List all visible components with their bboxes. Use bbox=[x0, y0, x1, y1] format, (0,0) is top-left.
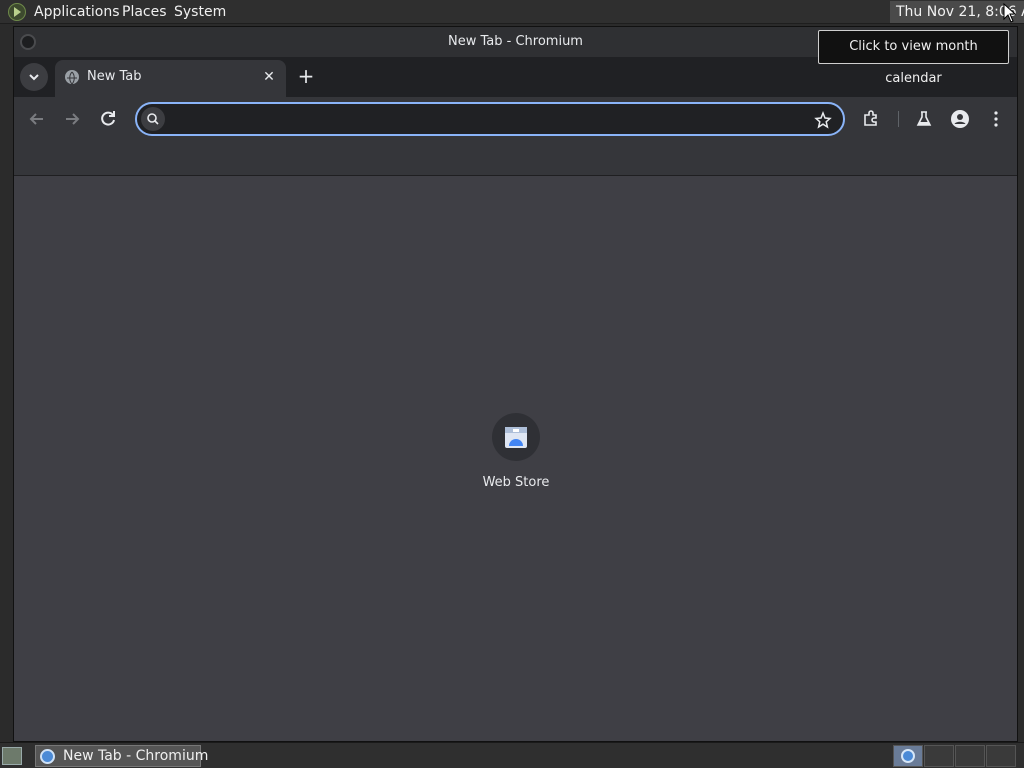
flask-icon bbox=[916, 111, 932, 126]
new-tab-button[interactable]: + bbox=[294, 65, 318, 89]
show-desktop-button[interactable] bbox=[2, 747, 22, 765]
bottom-panel: New Tab - Chromium bbox=[0, 742, 1024, 768]
tab-search-button[interactable] bbox=[20, 63, 48, 91]
puzzle-icon bbox=[864, 110, 877, 126]
forward-button[interactable] bbox=[60, 107, 84, 131]
os-logo-icon[interactable] bbox=[8, 3, 26, 21]
reload-button[interactable] bbox=[96, 107, 120, 131]
close-tab-button[interactable]: ✕ bbox=[260, 68, 278, 86]
reload-icon bbox=[101, 111, 115, 126]
menu-applications[interactable]: Applications bbox=[34, 0, 120, 24]
arrow-right-icon bbox=[66, 113, 80, 125]
tab-new-tab[interactable]: New Tab ✕ bbox=[55, 60, 286, 97]
bookmarks-bar bbox=[14, 141, 1017, 176]
web-store-icon bbox=[492, 413, 540, 461]
address-input[interactable] bbox=[173, 108, 797, 132]
menu-system[interactable]: System bbox=[174, 0, 226, 24]
chromium-icon bbox=[40, 749, 55, 764]
chevron-down-icon bbox=[29, 74, 39, 81]
toolbar-separator bbox=[898, 111, 899, 127]
taskbar-item-label: New Tab - Chromium bbox=[63, 748, 209, 764]
shortcut-label: Web Store bbox=[482, 475, 550, 490]
workspace-2[interactable] bbox=[924, 745, 954, 767]
browser-window: New Tab - Chromium New Tab ✕ + Web Store bbox=[13, 26, 1018, 742]
back-button[interactable] bbox=[25, 107, 49, 131]
toolbar bbox=[14, 97, 1017, 141]
workspace-4[interactable] bbox=[986, 745, 1016, 767]
bookmark-star-button[interactable] bbox=[811, 108, 835, 132]
shortcut-web-store[interactable]: Web Store bbox=[477, 413, 555, 503]
menu-button[interactable] bbox=[984, 107, 1008, 131]
avatar-icon bbox=[951, 110, 969, 128]
labs-button[interactable] bbox=[912, 107, 936, 131]
menu-places[interactable]: Places bbox=[122, 0, 167, 24]
taskbar-item-chromium[interactable]: New Tab - Chromium bbox=[35, 745, 208, 767]
address-bar[interactable] bbox=[135, 102, 845, 136]
extensions-button[interactable] bbox=[859, 107, 883, 131]
more-vertical-icon bbox=[994, 111, 998, 127]
new-tab-page: Web Store bbox=[14, 176, 1017, 741]
chromium-icon bbox=[901, 749, 915, 763]
profile-button[interactable] bbox=[948, 107, 972, 131]
top-panel: Applications Places System Thu Nov 21, 8… bbox=[0, 0, 1024, 24]
tab-title: New Tab bbox=[87, 69, 142, 84]
workspace-1[interactable] bbox=[893, 745, 923, 767]
search-icon bbox=[141, 107, 165, 131]
star-icon bbox=[814, 110, 832, 129]
globe-icon bbox=[65, 70, 79, 85]
workspace-3[interactable] bbox=[955, 745, 985, 767]
calendar-tooltip: Click to view month calendar bbox=[818, 30, 1009, 86]
arrow-left-icon bbox=[29, 113, 43, 125]
